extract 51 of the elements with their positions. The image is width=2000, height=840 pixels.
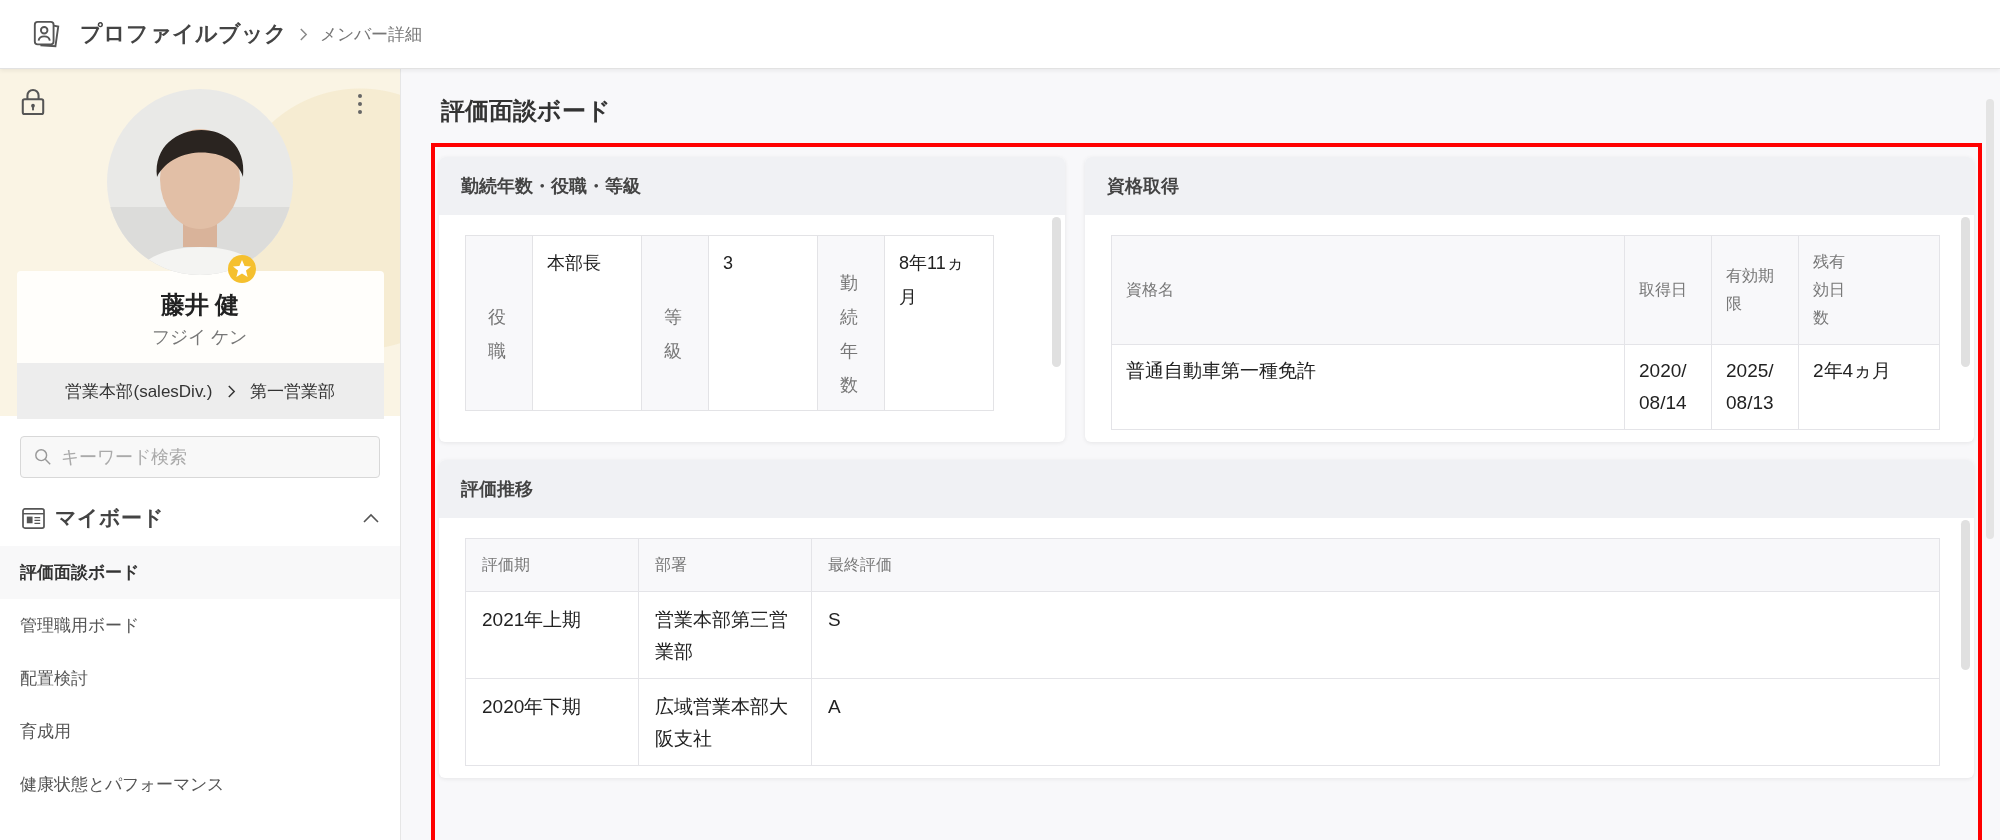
- nav-item[interactable]: 健康状態とパフォーマンス: [0, 758, 400, 811]
- scrollbar-thumb[interactable]: [1961, 520, 1970, 670]
- column-header: 取得日: [1624, 235, 1712, 345]
- scrollbar-thumb[interactable]: [1052, 217, 1061, 367]
- table-cell: 営業本部第三営業部: [638, 591, 812, 679]
- chevron-icon[interactable]: [362, 512, 380, 524]
- page-title: 評価面談ボード: [441, 96, 612, 126]
- table-cell: 2025/08/13: [1711, 344, 1799, 430]
- column-header: 有効期限: [1711, 235, 1799, 345]
- table-cell: 2年4ヵ月: [1798, 344, 1940, 430]
- field-label: 役職: [465, 235, 533, 411]
- table-cell: 2020年下期: [465, 678, 639, 766]
- department-name[interactable]: 営業本部(salesDiv.): [65, 379, 213, 403]
- member-kana: フジイ ケン: [151, 326, 249, 349]
- scrollbar-thumb[interactable]: [1961, 217, 1970, 367]
- member-name: 藤井 健: [159, 290, 241, 320]
- search-icon: [34, 448, 52, 466]
- app-title[interactable]: プロファイルブック: [80, 19, 287, 49]
- column-header: 最終評価: [811, 538, 1940, 592]
- card-title: 勤続年数・役職・等級: [439, 157, 1065, 215]
- nav-item[interactable]: 配置検討: [0, 652, 400, 705]
- more-options-icon[interactable]: [357, 93, 363, 115]
- section-title: マイボード: [55, 505, 165, 531]
- card-title: 評価推移: [439, 460, 1974, 518]
- field-value: 3: [708, 235, 818, 411]
- table-cell: 2020/08/14: [1624, 344, 1712, 430]
- table-cell: S: [811, 591, 1940, 679]
- column-header: 残有効日数: [1798, 235, 1940, 345]
- lock-icon[interactable]: [20, 87, 46, 117]
- field-label: 等級: [641, 235, 709, 411]
- profile-book-icon: [32, 19, 62, 49]
- table-cell: A: [811, 678, 1940, 766]
- table-cell: 広域営業本部大阪支社: [638, 678, 812, 766]
- field-label: 勤続年数: [817, 235, 885, 411]
- team-name[interactable]: 第一営業部: [249, 379, 335, 403]
- chevron-right-icon: [226, 383, 236, 399]
- table-cell: 普通自動車第一種免許: [1111, 344, 1625, 430]
- field-value: 8年11ヵ月: [884, 235, 994, 411]
- chevron-right-icon: [299, 26, 308, 42]
- table-cell: 2021年上期: [465, 591, 639, 679]
- search-field[interactable]: キーワード検索: [20, 436, 380, 478]
- nav-item[interactable]: 育成用: [0, 705, 400, 758]
- breadcrumb-current: メンバー詳細: [320, 23, 422, 46]
- column-header: 資格名: [1111, 235, 1625, 345]
- column-header: 評価期: [465, 538, 639, 592]
- board-icon: [22, 507, 45, 529]
- card-title: 資格取得: [1085, 157, 1974, 215]
- column-header: 部署: [638, 538, 812, 592]
- field-value: 本部長: [532, 235, 642, 411]
- nav-item[interactable]: 管理職用ボード: [0, 599, 400, 652]
- nav-item[interactable]: 評価面談ボード: [0, 546, 400, 599]
